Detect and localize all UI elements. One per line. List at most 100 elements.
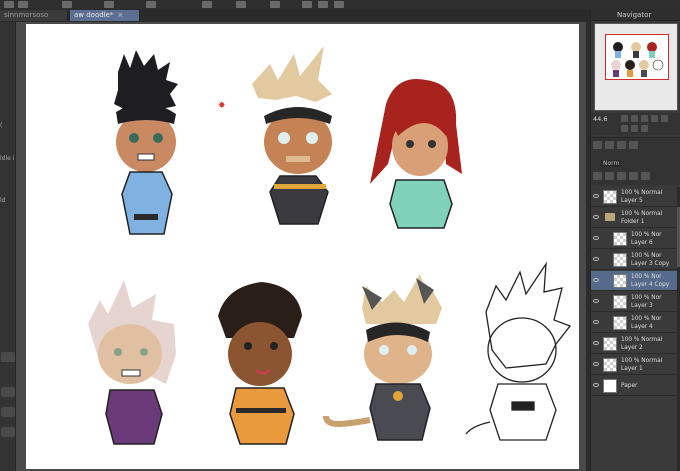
layer-row[interactable]: 100 % Normal Layer 5 (591, 187, 677, 207)
layer-thumbnail (603, 190, 617, 204)
flip-icon[interactable] (621, 125, 628, 132)
layer-opacity: 100 % (631, 316, 650, 322)
layer-info: 100 % Normal (621, 337, 662, 343)
layer-info: 100 % Normal (621, 190, 662, 196)
visibility-eye-icon[interactable] (593, 362, 599, 366)
layer-opacity: 100 % (631, 253, 650, 259)
rotate-left-icon[interactable] (631, 125, 638, 132)
artwork: ✸ (88, 46, 572, 445)
heart-icon[interactable] (202, 1, 212, 8)
visibility-eye-icon[interactable] (593, 383, 599, 387)
layer-name: Folder 1 (621, 219, 645, 225)
layer-row[interactable]: 100 % Nor Layer 4 (591, 313, 677, 333)
fit-icon[interactable] (641, 115, 648, 122)
camera-icon[interactable] (62, 1, 72, 8)
layer-info: 100 % Normal (621, 211, 662, 217)
layer-name: Layer 6 (631, 240, 653, 246)
navigator-controls: 44.6 (591, 113, 680, 135)
zoom-in-icon[interactable] (631, 115, 638, 122)
layer-opacity: 100 % (621, 211, 640, 217)
panel-label: ( (0, 122, 3, 129)
tab-sinnmorsoso[interactable]: sinnmorsoso (0, 10, 68, 21)
visibility-eye-icon[interactable] (593, 299, 599, 303)
layer-property-icon[interactable] (605, 141, 614, 149)
layer-tool-icon[interactable] (629, 172, 638, 180)
layer-thumbnail (613, 274, 627, 288)
character-red-hair (370, 79, 462, 229)
layer-tool-icon[interactable] (605, 172, 614, 180)
brush-icon[interactable] (236, 1, 246, 8)
layer-blend-mode: Nor (651, 316, 662, 322)
visibility-eye-icon[interactable] (593, 320, 599, 324)
layer-opacity: 100 % (631, 232, 650, 238)
visibility-eye-icon[interactable] (593, 236, 599, 240)
visibility-eye-icon[interactable] (593, 194, 599, 198)
layer-info: 100 % Normal (621, 358, 662, 364)
layer-blend-mode: Nor (651, 295, 662, 301)
navigator-viewport-frame[interactable] (605, 34, 669, 80)
layer-row[interactable]: 100 % Normal Folder 1 (591, 208, 677, 228)
navigator-title: Navigator (617, 11, 652, 19)
tool-icon[interactable] (318, 1, 328, 8)
character-black-hair: ✸ (114, 50, 226, 235)
top-toolbar (0, 0, 680, 9)
character-orange-suit (218, 282, 302, 445)
clear-icon[interactable] (104, 1, 114, 8)
visibility-eye-icon[interactable] (593, 215, 599, 219)
layer-row[interactable]: 100 % Normal Layer 1 (591, 355, 677, 375)
layer-row[interactable]: Paper (591, 376, 677, 396)
rotate-icon[interactable] (661, 115, 668, 122)
layer-info: 100 % Nor (631, 316, 662, 322)
navigator-header: Navigator (591, 9, 680, 21)
zoom-level[interactable]: 44.6 (593, 115, 607, 123)
reset-icon[interactable] (651, 115, 658, 122)
visibility-eye-icon[interactable] (593, 341, 599, 345)
layer-name: Layer 4 Copy (631, 282, 670, 288)
layer-info: 100 % Nor (631, 274, 662, 280)
layer-thumbnail (603, 379, 617, 393)
layer-blend-mode: Normal (641, 211, 663, 217)
tab-aw-doodle[interactable]: aw doodle* × (70, 10, 140, 21)
layer-tool-icon[interactable] (617, 172, 626, 180)
redo-icon[interactable] (18, 1, 28, 8)
layer-tool-icon[interactable] (593, 172, 602, 180)
pen-icon[interactable] (270, 1, 280, 8)
layer-opacity: 100 % (621, 358, 640, 364)
blend-mode-select[interactable]: Norm (601, 160, 622, 167)
layer-row[interactable]: 100 % Nor Layer 6 (591, 229, 677, 249)
character-lineart (465, 261, 572, 441)
layer-thumbnail (613, 232, 627, 246)
visibility-eye-icon[interactable] (593, 278, 599, 282)
layer-property-icon[interactable] (593, 141, 602, 149)
tab-label: aw doodle* (74, 11, 114, 19)
close-icon[interactable]: × (117, 11, 123, 19)
layer-row[interactable]: 100 % Nor Layer 3 Copy (591, 250, 677, 270)
layer-row[interactable]: 100 % Normal Layer 2 (591, 334, 677, 354)
layer-property-icon[interactable] (617, 141, 626, 149)
layer-row[interactable]: 100 % Nor Layer 3 (591, 292, 677, 312)
rotate-right-icon[interactable] (641, 125, 648, 132)
canvas-area[interactable]: ✸ (16, 22, 586, 471)
layer-tool-icon[interactable] (641, 172, 650, 180)
tool-button[interactable] (1, 407, 15, 417)
layer-icon[interactable] (146, 1, 156, 8)
drawing-canvas[interactable]: ✸ (26, 24, 579, 469)
right-panel: Navigator 44.6 Norm 100 % Normal Layer 5… (590, 9, 680, 471)
tool-button[interactable] (1, 352, 15, 362)
tool-icon[interactable] (302, 1, 312, 8)
tool-icon[interactable] (334, 1, 344, 8)
tool-button[interactable] (1, 387, 15, 397)
left-tool-panel: ( ldle i ld (0, 22, 16, 471)
visibility-eye-icon[interactable] (593, 257, 599, 261)
layer-property-icon[interactable] (629, 141, 638, 149)
tool-button[interactable] (1, 427, 15, 437)
layer-info: 100 % Nor (631, 253, 662, 259)
layer-blend-mode: Nor (651, 274, 662, 280)
panel-label: ld (0, 197, 6, 204)
document-tabs: sinnmorsoso aw doodle* × (0, 9, 590, 22)
zoom-out-icon[interactable] (621, 115, 628, 122)
undo-icon[interactable] (4, 1, 14, 8)
navigator-preview[interactable] (594, 23, 678, 111)
layer-row[interactable]: 100 % Nor Layer 4 Copy (591, 271, 677, 291)
layer-list: 100 % Normal Layer 5 100 % Normal Folder 11… (591, 187, 680, 471)
